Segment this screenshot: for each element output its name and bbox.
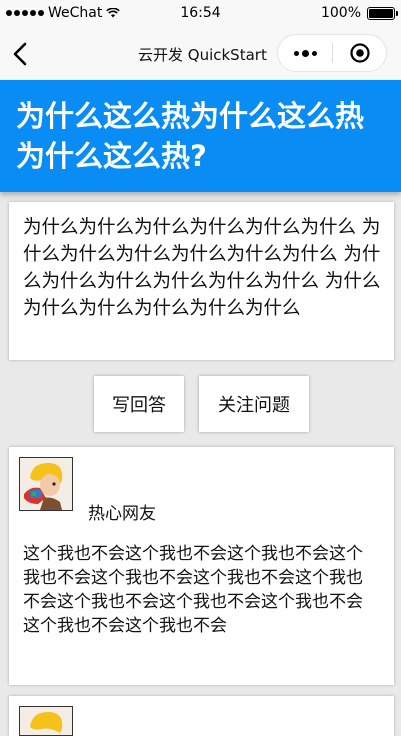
question-description: 为什么为什么为什么为什么为什么为什么 为什么为什么为什么为什么为什么为什么 为什…: [23, 217, 381, 319]
avatar-image: [20, 458, 72, 510]
close-miniprogram-button[interactable]: [333, 35, 386, 71]
follow-question-button[interactable]: 关注问题: [199, 376, 309, 432]
nav-title: 云开发 QuickStart: [138, 46, 267, 64]
question-title: 为什么这么热为什么这么热为什么这么热?: [16, 99, 365, 173]
answer-card: 热心网友 这个我也不会这个我也不会这个我也不会这个我也不会这个我也不会这个我也不…: [9, 447, 394, 685]
battery-percent: 100%: [320, 5, 361, 21]
author-name: 热心网友: [88, 504, 156, 524]
battery-icon: [367, 6, 398, 20]
answer-text: 这个我也不会这个我也不会这个我也不会这个我也不会这个我也不会这个我也不会这个我也…: [23, 544, 363, 636]
status-bar: WeChat 16:54 100%: [0, 0, 401, 28]
chevron-left-icon: [13, 42, 27, 66]
back-button[interactable]: [10, 38, 40, 70]
status-right: 100%: [320, 5, 398, 21]
nav-bar: 云开发 QuickStart: [0, 28, 401, 80]
avatar[interactable]: [19, 706, 73, 736]
question-header: 为什么这么热为什么这么热为什么这么热?: [0, 80, 401, 192]
answer-card: [9, 696, 394, 736]
target-close-icon: [349, 43, 370, 63]
write-answer-button[interactable]: 写回答: [94, 376, 184, 432]
avatar-image: [20, 707, 72, 735]
more-dots-icon[interactable]: [278, 35, 332, 71]
question-description-card: 为什么为什么为什么为什么为什么为什么 为什么为什么为什么为什么为什么为什么 为什…: [9, 202, 394, 360]
capsule-menu: [277, 34, 387, 72]
avatar[interactable]: [19, 457, 73, 511]
